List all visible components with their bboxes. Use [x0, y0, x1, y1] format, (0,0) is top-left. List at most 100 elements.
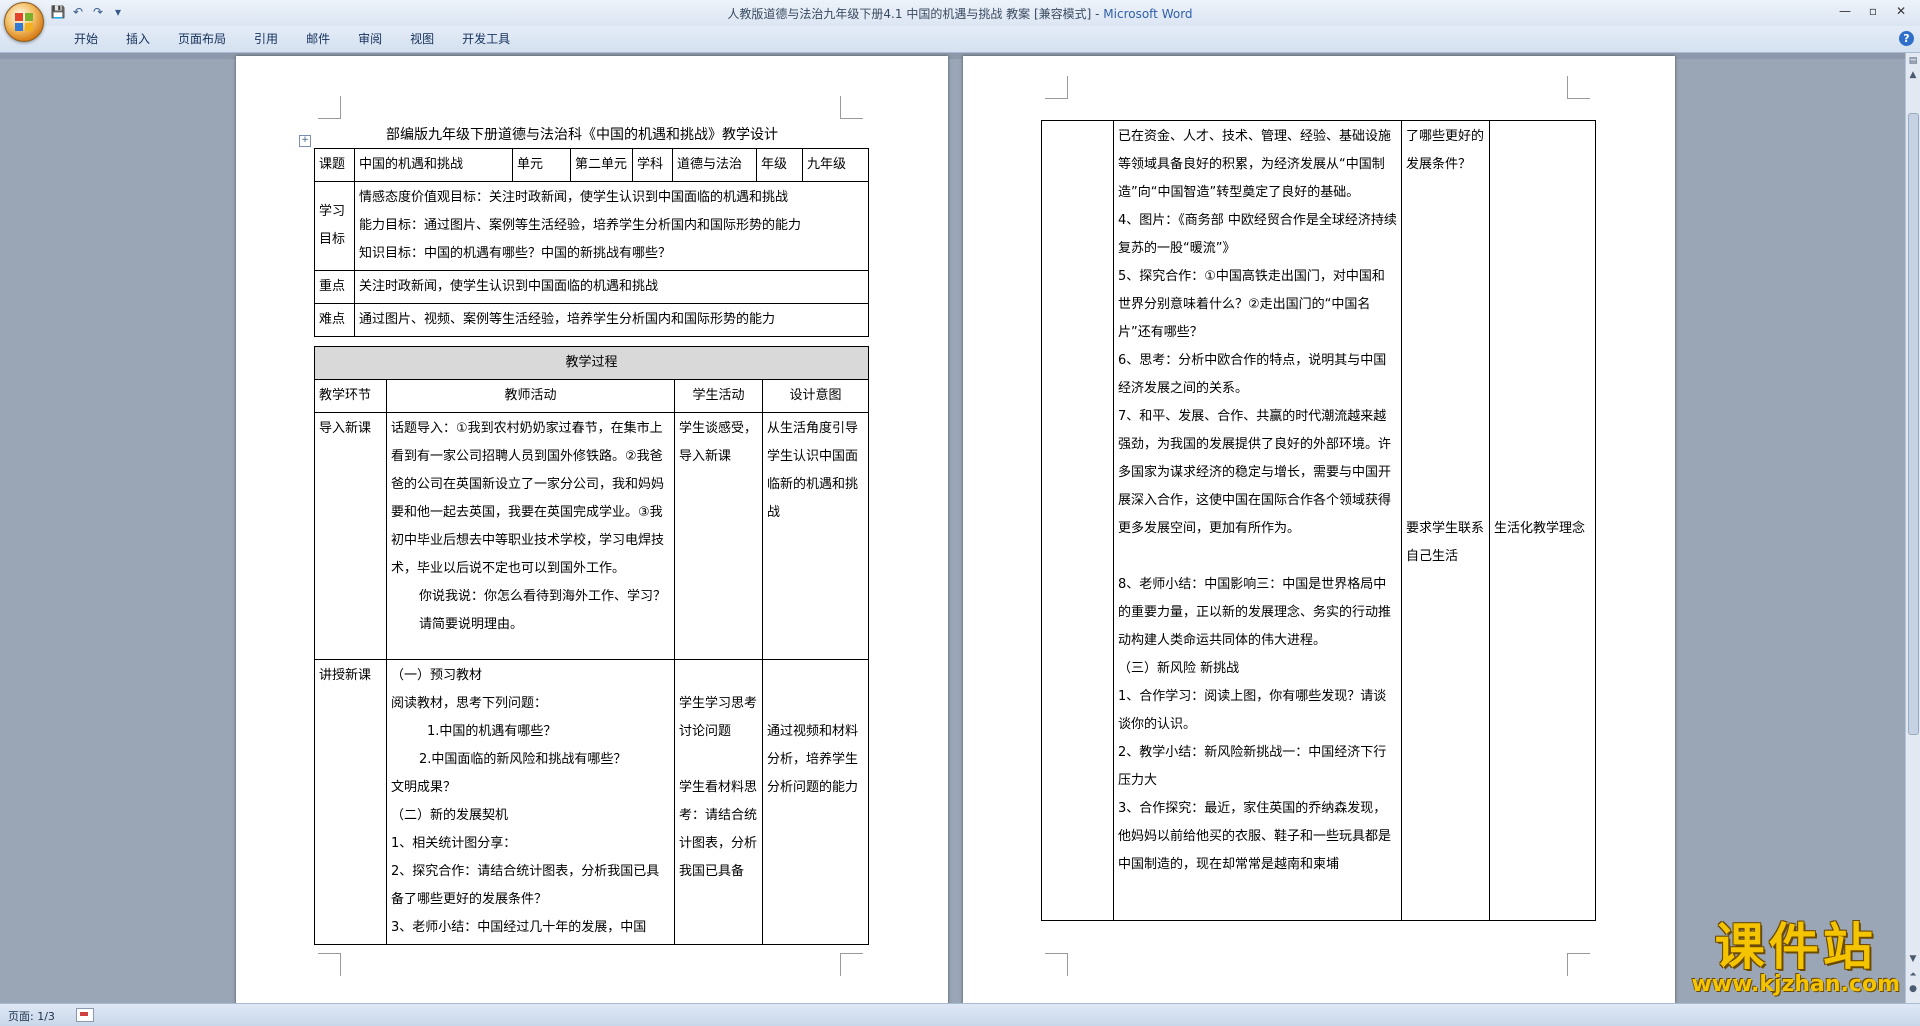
tab-references[interactable]: 引用 [240, 31, 292, 47]
tab-home[interactable]: 开始 [60, 31, 112, 47]
student-continued: 了哪些更好的发展条件？ 要求学生联系自己生活 [1401, 120, 1490, 921]
objective-knowledge: 知识目标：中国的机遇有哪些？中国的新挑战有哪些？ [359, 246, 672, 261]
lecture-line: （一）预习教材 [391, 668, 483, 683]
label-focus: 重点 [314, 270, 355, 304]
intent-line: 通过视频和材料分析，培养学生分析问题的能力 [767, 724, 859, 795]
page-2[interactable]: 已在资金、人才、技术、管理、经验、基础设施等领域具备良好的积累，为经济发展从“中… [963, 56, 1675, 1003]
intro-topic: 话题导入：①我到农村奶奶家过春节，在集市上看到有一家公司招聘人员到国外修铁路。②… [391, 421, 665, 576]
intro-question: 你说我说：你怎么看待到海外工作、学习？请简要说明理由。 [419, 589, 667, 632]
scroll-thumb[interactable] [1908, 113, 1919, 735]
lecture-line: 阅读教材，思考下列问题： [391, 696, 548, 711]
stage-lecture: 讲授新课 [314, 659, 387, 945]
teacher-continued: 已在资金、人才、技术、管理、经验、基础设施等领域具备良好的积累，为经济发展从“中… [1113, 120, 1402, 921]
maximize-button[interactable]: ▫ [1860, 2, 1886, 20]
label-subject: 学科 [632, 148, 673, 182]
lecture-line: 2、探究合作：请结合统计图表，分析我国已具备了哪些更好的发展条件？ [391, 864, 660, 907]
help-icon[interactable]: ? [1899, 31, 1914, 46]
column-header: 教学环节 [314, 379, 387, 413]
continued-line: （三）新风险 新挑战 [1118, 661, 1240, 676]
page-count[interactable]: 页面: 1/3 [8, 1008, 55, 1024]
tab-developer[interactable]: 开发工具 [448, 31, 524, 47]
ruler-toggle-icon[interactable]: ▤ [1907, 55, 1919, 67]
proofing-icon[interactable] [76, 1008, 94, 1022]
value-unit: 第二单元 [570, 148, 633, 182]
crop-mark [1567, 953, 1590, 976]
intent-line: 生活化教学理念 [1494, 521, 1586, 536]
crop-mark [840, 953, 863, 976]
intent-continued: 生活化教学理念 [1489, 120, 1596, 921]
intent-lecture: 通过视频和材料分析，培养学生分析问题的能力 [761, 659, 870, 945]
column-header: 设计意图 [761, 379, 870, 413]
watermark-logo: 课件站 www.kjzhan.com [1691, 921, 1900, 997]
continued-line: 5、探究合作：①中国高铁走出国门，对中国和世界分别意味着什么？②走出国门的“中国… [1118, 269, 1385, 340]
crop-mark [840, 96, 863, 119]
status-bar: 页面: 1/3 [0, 1003, 1920, 1026]
lecture-line: 文明成果？ [391, 780, 457, 795]
stage-continued [1041, 120, 1114, 921]
continued-line: 6、思考：分析中欧合作的特点，说明其与中国经济发展之间的关系。 [1118, 353, 1387, 396]
crop-mark [1567, 76, 1590, 99]
continued-line: 8、老师小结：中国影响三：中国是世界格局中的重要力量，正以新的发展理念、务实的行… [1118, 577, 1392, 648]
tab-mailings[interactable]: 邮件 [292, 31, 344, 47]
process-table-continued: 已在资金、人才、技术、管理、经验、基础设施等领域具备良好的积累，为经济发展从“中… [1041, 120, 1596, 921]
continued-line: 7、和平、发展、合作、共赢的时代潮流越来越强劲，为我国的发展提供了良好的外部环境… [1118, 409, 1392, 536]
watermark-url: www.kjzhan.com [1691, 972, 1900, 997]
previous-page-icon[interactable]: ⏶ [1907, 969, 1919, 981]
value-topic: 中国的机遇和挑战 [354, 148, 513, 182]
label-unit: 单元 [512, 148, 571, 182]
page-1[interactable]: + 部编版九年级下册道德与法治科《中国的机遇和挑战》教学设计 课题 中国的机遇和… [236, 56, 948, 1003]
table-move-handle[interactable]: + [299, 135, 311, 147]
tab-view[interactable]: 视图 [396, 31, 448, 47]
title-bar: 💾 ↶ ↷ ▾ 人教版道德与法治九年级下册4.1 中国的机遇与挑战 教案 [兼容… [0, 0, 1920, 42]
student-intro: 学生谈感受，导入新课 [674, 412, 763, 660]
label-objectives: 学习目标 [314, 181, 355, 271]
objective-emotion: 情感态度价值观目标：关注时政新闻，使学生认识到中国面临的机遇和挑战 [359, 190, 789, 205]
continued-line: 1、合作学习：阅读上图，你有哪些发现？请谈谈你的认识。 [1118, 689, 1387, 732]
window-controls: — ▫ ✕ [1832, 2, 1914, 20]
column-header: 教师活动 [386, 379, 675, 413]
intent-intro: 从生活角度引导学生认识中国面临新的机遇和挑战 [761, 412, 870, 660]
scroll-up-icon[interactable]: ▲ [1907, 69, 1919, 81]
close-button[interactable]: ✕ [1888, 2, 1914, 20]
objective-ability: 能力目标：通过图片、案例等生活经验，培养学生分析国内和国际形势的能力 [359, 218, 802, 233]
vertical-scrollbar[interactable]: ▤ ▲ ▼ ⏶ ● [1905, 53, 1920, 1003]
process-table: 教学过程 教学环节 教师活动 学生活动 设计意图 导入新课 话题导入：①我到农村… [313, 346, 870, 945]
info-table: 课题 中国的机遇和挑战 单元 第二单元 学科 道德与法治 年级 九年级 学习目标… [314, 148, 869, 337]
difficulty-text: 通过图片、视频、案例等生活经验，培养学生分析国内和国际形势的能力 [354, 303, 869, 337]
tab-page-layout[interactable]: 页面布局 [164, 31, 240, 47]
window-title: 人教版道德与法治九年级下册4.1 中国的机遇与挑战 教案 [兼容模式] - Mi… [0, 5, 1920, 22]
lecture-line: 1.中国的机遇有哪些？ [427, 724, 557, 739]
teacher-lecture: （一）预习教材 阅读教材，思考下列问题： 1.中国的机遇有哪些？ 2.中国面临的… [386, 659, 675, 945]
student-line: 了哪些更好的发展条件？ [1406, 129, 1485, 172]
scroll-down-icon[interactable]: ▼ [1907, 953, 1919, 965]
tab-insert[interactable]: 插入 [112, 31, 164, 47]
document-title: 人教版道德与法治九年级下册4.1 中国的机遇与挑战 教案 [兼容模式] - [727, 7, 1104, 21]
value-grade: 九年级 [802, 148, 869, 182]
ribbon: 开始 插入 页面布局 引用 邮件 审阅 视图 开发工具 ? [0, 26, 1920, 53]
process-header: 教学过程 [313, 346, 870, 380]
watermark-text: 课件站 [1714, 917, 1877, 976]
document-heading: 部编版九年级下册道德与法治科《中国的机遇和挑战》教学设计 [386, 127, 778, 143]
continued-line: 3、合作探究：最近，家住英国的乔纳森发现，他妈妈以前给他买的衣服、鞋子和一些玩具… [1118, 801, 1392, 872]
stage-intro: 导入新课 [314, 412, 387, 660]
crop-mark [318, 96, 341, 119]
ribbon-tabs: 开始 插入 页面布局 引用 邮件 审阅 视图 开发工具 [60, 31, 524, 47]
label-topic: 课题 [314, 148, 355, 182]
office-logo-icon [15, 13, 33, 31]
objectives-cell: 情感态度价值观目标：关注时政新闻，使学生认识到中国面临的机遇和挑战 能力目标：通… [354, 181, 869, 271]
browse-object-icon[interactable]: ● [1907, 983, 1919, 995]
continued-line: 4、图片：《商务部 中欧经贸合作是全球经济持续复苏的一股“暖流”》 [1118, 213, 1397, 256]
app-name: Microsoft Word [1103, 7, 1193, 21]
continued-line: 2、教学小结：新风险新挑战一：中国经济下行压力大 [1118, 745, 1387, 788]
crop-mark [1045, 76, 1068, 99]
document-area[interactable]: + 部编版九年级下册道德与法治科《中国的机遇和挑战》教学设计 课题 中国的机遇和… [0, 53, 1906, 1003]
student-line: 学生学习思考讨论问题 [679, 696, 758, 739]
student-lecture: 学生学习思考讨论问题 学生看材料思考：请结合统计图表，分析我国已具备 [674, 659, 763, 945]
crop-mark [1045, 953, 1068, 976]
crop-mark [318, 953, 341, 976]
minimize-button[interactable]: — [1832, 2, 1858, 20]
office-button[interactable] [4, 2, 44, 42]
student-line: 要求学生联系自己生活 [1406, 521, 1485, 564]
continued-line: 已在资金、人才、技术、管理、经验、基础设施等领域具备良好的积累，为经济发展从“中… [1118, 129, 1392, 200]
tab-review[interactable]: 审阅 [344, 31, 396, 47]
